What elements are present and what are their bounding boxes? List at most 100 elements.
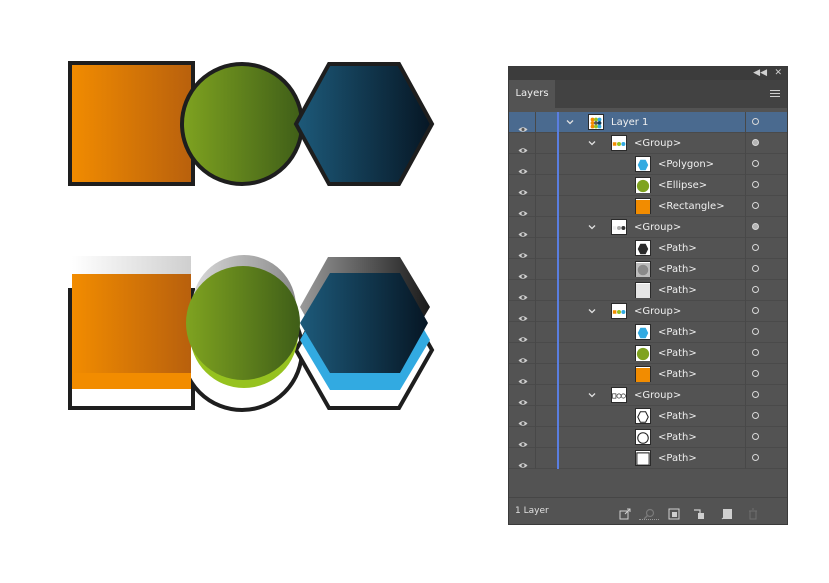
layer-row[interactable]: <Ellipse>	[509, 175, 787, 196]
layer-name[interactable]: <Path>	[658, 259, 697, 280]
layer-row[interactable]: <Path>	[509, 280, 787, 301]
target-circle-icon[interactable]	[752, 454, 759, 461]
make-clipping-mask-icon[interactable]	[668, 505, 680, 520]
layer-color-bar	[557, 385, 559, 406]
layer-row[interactable]: <Path>	[509, 343, 787, 364]
eye-icon[interactable]	[518, 139, 528, 153]
target-circle-icon[interactable]	[752, 223, 759, 230]
target-circle-icon[interactable]	[752, 160, 759, 167]
export-icon[interactable]	[619, 505, 631, 520]
layer-row[interactable]: Layer 1	[509, 112, 787, 133]
top-ellipse[interactable]	[180, 62, 304, 186]
target-circle-icon[interactable]	[752, 349, 759, 356]
eye-icon[interactable]	[518, 244, 528, 258]
eye-icon[interactable]	[518, 223, 528, 237]
layer-row[interactable]: <Group>	[509, 133, 787, 154]
layer-row[interactable]: <Path>	[509, 427, 787, 448]
bottom-gradient-group[interactable]	[72, 266, 428, 380]
layer-name[interactable]: <Path>	[658, 238, 697, 259]
top-polygon[interactable]	[293, 62, 435, 186]
target-column-divider	[745, 112, 746, 133]
layer-name[interactable]: Layer 1	[611, 112, 648, 133]
layer-row[interactable]: <Path>	[509, 448, 787, 469]
target-column-divider	[745, 364, 746, 385]
layer-name[interactable]: <Path>	[658, 406, 697, 427]
eye-icon[interactable]	[518, 118, 528, 132]
layer-row[interactable]: <Rectangle>	[509, 196, 787, 217]
layer-name[interactable]: <Group>	[634, 133, 681, 154]
chevron-down-icon[interactable]	[587, 306, 597, 316]
target-circle-icon[interactable]	[752, 370, 759, 377]
target-circle-icon[interactable]	[752, 118, 759, 125]
layer-row[interactable]: <Path>	[509, 259, 787, 280]
layer-name[interactable]: <Polygon>	[658, 154, 714, 175]
eye-icon[interactable]	[518, 265, 528, 279]
layer-name[interactable]: <Group>	[634, 217, 681, 238]
target-circle-icon[interactable]	[752, 328, 759, 335]
new-layer-icon[interactable]	[721, 505, 733, 520]
eye-icon[interactable]	[518, 433, 528, 447]
target-circle-icon[interactable]	[752, 244, 759, 251]
new-sublayer-icon[interactable]	[693, 505, 705, 519]
target-circle-icon[interactable]	[752, 433, 759, 440]
eye-icon[interactable]	[518, 307, 528, 321]
chevron-down-icon[interactable]	[587, 222, 597, 232]
close-icon[interactable]: ✕	[774, 67, 782, 79]
layer-row[interactable]: <Path>	[509, 364, 787, 385]
layer-row[interactable]: <Group>	[509, 385, 787, 406]
layer-row[interactable]: <Polygon>	[509, 154, 787, 175]
layer-color-bar	[557, 175, 559, 196]
delete-icon[interactable]	[747, 505, 759, 520]
bottom-gradient-square[interactable]	[72, 274, 191, 373]
resize-grip[interactable]	[639, 519, 659, 523]
target-circle-icon[interactable]	[752, 412, 759, 419]
layer-name[interactable]: <Group>	[634, 385, 681, 406]
layer-row[interactable]: <Group>	[509, 301, 787, 322]
top-rectangle[interactable]	[68, 61, 195, 186]
panel-menu-icon[interactable]	[770, 90, 780, 97]
target-circle-icon[interactable]	[752, 181, 759, 188]
layer-row[interactable]: <Path>	[509, 406, 787, 427]
eye-icon[interactable]	[518, 202, 528, 216]
layer-row[interactable]: <Path>	[509, 238, 787, 259]
chevron-down-icon[interactable]	[587, 138, 597, 148]
eye-icon[interactable]	[518, 412, 528, 426]
layer-name[interactable]: <Path>	[658, 343, 697, 364]
locate-object-icon[interactable]	[643, 505, 655, 520]
layer-name[interactable]: <Path>	[658, 280, 697, 301]
artboard-canvas[interactable]	[0, 0, 500, 583]
layer-name[interactable]: <Path>	[658, 448, 697, 469]
layer-name[interactable]: <Path>	[658, 364, 697, 385]
eye-icon[interactable]	[518, 370, 528, 384]
tab-layers[interactable]: Layers	[509, 80, 555, 108]
layer-name[interactable]: <Ellipse>	[658, 175, 707, 196]
eye-icon[interactable]	[518, 349, 528, 363]
target-circle-icon[interactable]	[752, 139, 759, 146]
layer-name[interactable]: <Rectangle>	[658, 196, 725, 217]
eye-icon[interactable]	[518, 181, 528, 195]
target-circle-icon[interactable]	[752, 391, 759, 398]
layer-name[interactable]: <Path>	[658, 427, 697, 448]
layer-row[interactable]: <Path>	[509, 322, 787, 343]
eye-icon[interactable]	[518, 160, 528, 174]
layer-row[interactable]: <Group>	[509, 217, 787, 238]
eye-icon[interactable]	[518, 328, 528, 342]
target-circle-icon[interactable]	[752, 307, 759, 314]
target-circle-icon[interactable]	[752, 265, 759, 272]
bottom-gradient-circle[interactable]	[186, 266, 300, 380]
target-circle-icon[interactable]	[752, 286, 759, 293]
double-chevron-left-icon[interactable]: ◀◀	[753, 67, 767, 79]
layer-color-bar	[557, 112, 559, 133]
layer-name[interactable]: <Path>	[658, 322, 697, 343]
layer-color-bar	[557, 448, 559, 469]
top-shape-group[interactable]	[68, 61, 435, 186]
chevron-down-icon[interactable]	[587, 390, 597, 400]
eye-icon[interactable]	[518, 391, 528, 405]
chevron-down-icon[interactable]	[565, 117, 575, 127]
eye-icon[interactable]	[518, 454, 528, 468]
panel-title-bar[interactable]: ◀◀ ✕	[509, 67, 787, 80]
layer-color-bar	[557, 217, 559, 238]
target-circle-icon[interactable]	[752, 202, 759, 209]
layer-name[interactable]: <Group>	[634, 301, 681, 322]
eye-icon[interactable]	[518, 286, 528, 300]
